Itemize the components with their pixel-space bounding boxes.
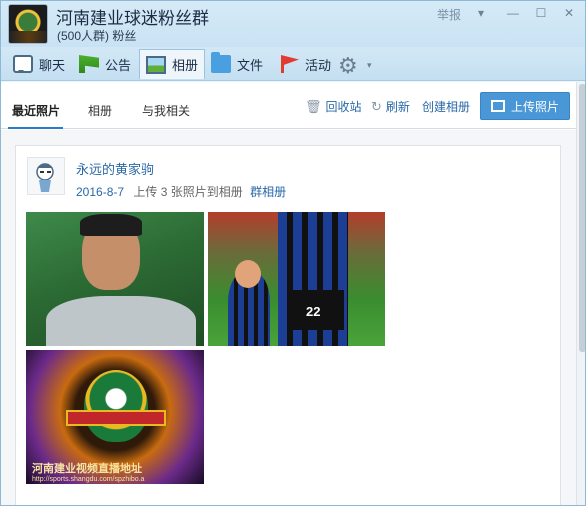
close-icon[interactable]: ✕ bbox=[561, 5, 577, 21]
group-title: 河南建业球迷粉丝群 bbox=[56, 9, 209, 28]
tab-album-label: 相册 bbox=[172, 58, 199, 73]
subtab-related-to-me[interactable]: 与我相关 bbox=[142, 102, 190, 119]
scrollbar-thumb[interactable] bbox=[579, 84, 585, 352]
tab-album[interactable]: 相册 bbox=[139, 49, 206, 79]
post-meta: 2016-8-7 上传 3 张照片到相册 群相册 bbox=[76, 183, 286, 200]
report-link[interactable]: 举报 bbox=[437, 6, 461, 23]
post-description: 上传 3 张照片到相册 bbox=[133, 185, 243, 199]
photo-club-logo[interactable]: 河南建业视频直播地址 http://sports.shangdu.com/spz… bbox=[26, 350, 204, 484]
upload-photo-icon bbox=[490, 100, 505, 112]
active-tab-underline bbox=[8, 127, 63, 129]
subtab-albums[interactable]: 相册 bbox=[88, 102, 112, 119]
group-window: 河南建业球迷粉丝群 (500人群) 粉丝 举报 ▾ — ☐ ✕ 聊天 公告 相册… bbox=[0, 0, 586, 506]
minimize-icon[interactable]: — bbox=[505, 5, 521, 21]
refresh-link[interactable]: ↻ 刷新 bbox=[371, 98, 410, 115]
jersey-number: 22 bbox=[306, 304, 321, 319]
create-album-link[interactable]: 创建相册 bbox=[422, 98, 470, 115]
refresh-label: 刷新 bbox=[385, 100, 410, 114]
post-date: 2016-8-7 bbox=[76, 185, 125, 199]
group-subtitle: (500人群) 粉丝 bbox=[57, 29, 137, 43]
tab-files-label: 文件 bbox=[237, 57, 264, 73]
tab-announcement[interactable]: 公告 bbox=[79, 49, 131, 79]
trash-icon: 🗑 bbox=[305, 98, 322, 114]
photo-album-icon bbox=[146, 55, 166, 74]
activity-flag-icon bbox=[281, 55, 299, 73]
settings-caret-icon[interactable]: ▾ bbox=[367, 60, 372, 71]
group-avatar[interactable] bbox=[8, 4, 48, 44]
vertical-scrollbar[interactable] bbox=[576, 82, 585, 505]
group-toolbar: 聊天 公告 相册 文件 活动 bbox=[1, 47, 585, 81]
photo-caption-url: http://sports.shangdu.com/spzhibo.a bbox=[32, 476, 145, 483]
title-bar: 河南建业球迷粉丝群 (500人群) 粉丝 举报 ▾ — ☐ ✕ bbox=[1, 1, 585, 47]
recycle-bin-link[interactable]: 🗑 回收站 bbox=[305, 98, 362, 115]
upload-photos-label: 上传照片 bbox=[510, 99, 559, 114]
photo-caption-title: 河南建业视频直播地址 bbox=[32, 463, 142, 475]
tab-chat-label: 聊天 bbox=[39, 57, 66, 73]
menu-caret-icon[interactable]: ▾ bbox=[473, 5, 489, 21]
announcement-flag-icon bbox=[79, 55, 99, 73]
chat-icon bbox=[13, 55, 33, 73]
refresh-icon: ↻ bbox=[371, 98, 382, 114]
tab-activity-label: 活动 bbox=[305, 57, 332, 73]
album-subtabs: 最近照片 相册 与我相关 🗑 回收站 ↻ 刷新 创建相册 上传照片 bbox=[1, 82, 576, 129]
folder-icon bbox=[211, 52, 231, 73]
poster-name[interactable]: 永远的黄家驹 bbox=[76, 159, 154, 178]
subtab-recent-photos[interactable]: 最近照片 bbox=[12, 102, 60, 119]
tab-announcement-label: 公告 bbox=[105, 57, 132, 73]
tab-activity[interactable]: 活动 bbox=[279, 49, 331, 79]
photo-goalkeeper[interactable] bbox=[26, 212, 204, 346]
maximize-icon[interactable]: ☐ bbox=[533, 5, 549, 21]
album-content: 最近照片 相册 与我相关 🗑 回收站 ↻ 刷新 创建相册 上传照片 永远的黄家驹… bbox=[1, 82, 576, 505]
tab-files[interactable]: 文件 bbox=[211, 49, 263, 79]
post-album-link[interactable]: 群相册 bbox=[250, 185, 286, 199]
poster-avatar[interactable] bbox=[27, 157, 65, 195]
upload-photos-button[interactable]: 上传照片 bbox=[480, 92, 570, 120]
photo-caption: 河南建业视频直播地址 http://sports.shangdu.com/spz… bbox=[32, 460, 202, 483]
photo-feed: 永远的黄家驹 2016-8-7 上传 3 张照片到相册 群相册 22 河南建业视… bbox=[1, 130, 576, 505]
tab-chat[interactable]: 聊天 bbox=[13, 49, 65, 79]
photo-player-with-child[interactable]: 22 bbox=[208, 212, 385, 346]
post-card: 永远的黄家驹 2016-8-7 上传 3 张照片到相册 群相册 22 河南建业视… bbox=[15, 145, 561, 505]
settings-gear-icon[interactable]: ⚙ bbox=[338, 53, 358, 79]
recycle-bin-label: 回收站 bbox=[325, 100, 362, 114]
